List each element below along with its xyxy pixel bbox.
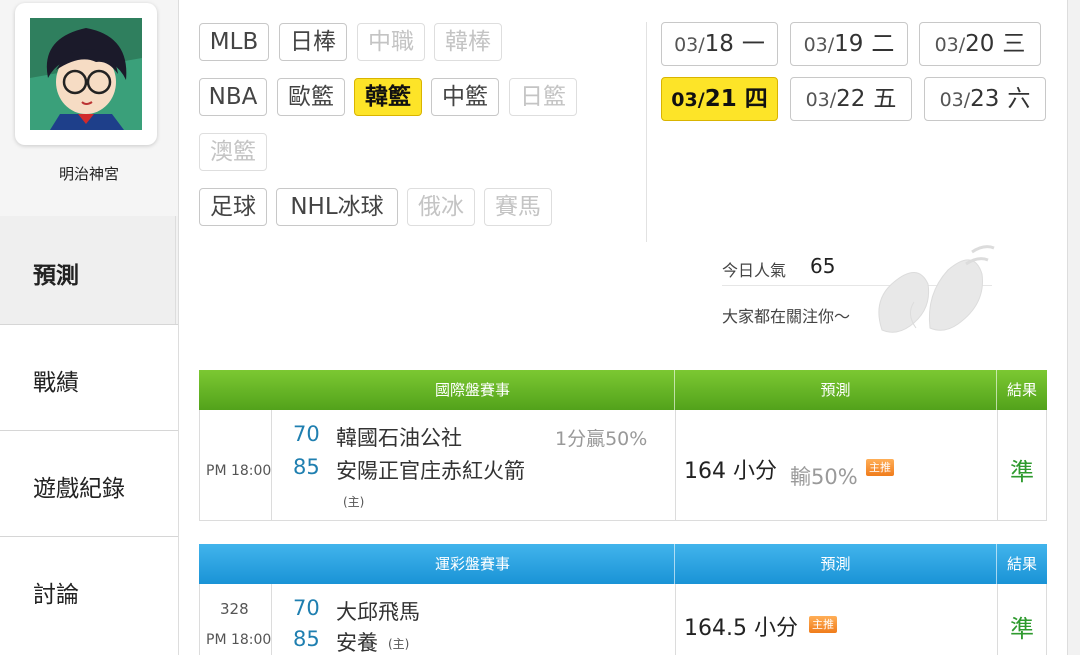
- popularity-value: 65: [810, 254, 836, 278]
- nav-item-record[interactable]: 戰績: [0, 324, 178, 430]
- game-time: PM 18:00: [206, 463, 272, 479]
- prediction-outcome: 輸50%: [790, 465, 858, 489]
- spread-line: 1分贏50%: [555, 428, 648, 450]
- divider: [646, 22, 647, 242]
- featured-badge: 主推: [866, 459, 894, 476]
- sport-chip-china-basketball[interactable]: 中籃: [431, 78, 499, 116]
- sport-chip-soccer[interactable]: 足球: [199, 188, 267, 226]
- lottery-table-header: 運彩盤賽事 預測 結果: [199, 544, 1047, 584]
- nav-item-prediction[interactable]: 預測: [0, 216, 176, 324]
- game-time: PM 18:00: [206, 632, 272, 648]
- sport-chip-horse-racing: 賽馬: [484, 188, 552, 226]
- column-header-result: 結果: [1006, 381, 1037, 399]
- home-score: 85: [293, 627, 320, 651]
- host-marker: (主): [388, 637, 410, 651]
- prediction-value: 164.5 小分: [684, 616, 798, 641]
- sidebar: 明治神宮 預測 戰績 遊戲紀錄 討論: [0, 0, 178, 655]
- sport-chip-korea-baseball: 韓棒: [434, 23, 502, 61]
- divider: [675, 584, 676, 655]
- away-team: 韓國石油公社: [336, 426, 462, 450]
- prediction-value: 164 小分: [684, 459, 777, 484]
- international-game-row[interactable]: PM 18:00 70 韓國石油公社 1分贏50% 85 安陽正官庄赤紅火箭 (…: [199, 410, 1047, 521]
- popularity-message: 大家都在關注你～: [722, 307, 851, 326]
- column-header-prediction: 預測: [675, 370, 997, 410]
- date-0321[interactable]: 03/21 四: [661, 77, 778, 121]
- result-mark: 準: [1010, 615, 1034, 643]
- divider: [997, 410, 998, 520]
- nav-item-discussion[interactable]: 討論: [0, 536, 178, 655]
- column-header-match: 運彩盤賽事: [271, 544, 675, 584]
- nav-item-game-history[interactable]: 遊戲紀錄: [0, 430, 178, 536]
- column-header-prediction: 預測: [675, 544, 997, 584]
- away-score: 70: [293, 596, 320, 620]
- away-score: 70: [293, 422, 320, 446]
- date-0318[interactable]: 03/18 一: [661, 22, 778, 66]
- nav-item-label: 戰績: [33, 370, 79, 396]
- date-0323[interactable]: 03/23 六: [924, 77, 1046, 121]
- date-0319[interactable]: 03/19 二: [790, 22, 908, 66]
- sport-chip-australia-basketball: 澳籃: [199, 133, 267, 171]
- sport-chip-nhl[interactable]: NHL冰球: [276, 188, 398, 226]
- divider: [675, 410, 676, 520]
- divider: [997, 584, 998, 655]
- avatar-frame[interactable]: [15, 3, 157, 145]
- sport-chip-japan-baseball[interactable]: 日棒: [279, 23, 347, 61]
- sport-chip-nba[interactable]: NBA: [199, 78, 267, 116]
- nav-item-label: 遊戲紀錄: [33, 476, 125, 502]
- popularity-label: 今日人氣: [722, 261, 787, 280]
- column-header-match: 國際盤賽事: [271, 370, 675, 410]
- international-table-header: 國際盤賽事 預測 結果: [199, 370, 1047, 410]
- home-team: 安陽正官庄赤紅火箭: [336, 459, 525, 483]
- profile-card: 明治神宮: [0, 0, 178, 216]
- username: 明治神宮: [58, 165, 119, 183]
- home-team: 安養: [336, 631, 378, 655]
- sport-chip-mlb[interactable]: MLB: [199, 23, 269, 61]
- sport-chip-japan-basketball: 日籃: [509, 78, 577, 116]
- game-number: 328: [220, 600, 249, 618]
- sport-chip-euro-basketball[interactable]: 歐籃: [277, 78, 345, 116]
- sport-chip-russia-hockey: 俄冰: [407, 188, 475, 226]
- sport-chip-cpbl: 中職: [357, 23, 425, 61]
- lottery-game-row[interactable]: 328 PM 18:00 70 大邱飛馬 85 安養 (主) 164.5 小分 …: [199, 584, 1047, 655]
- host-marker: (主): [343, 495, 365, 509]
- date-0322[interactable]: 03/22 五: [790, 77, 912, 121]
- nav-item-label: 預測: [33, 263, 79, 289]
- result-mark: 準: [1010, 458, 1034, 486]
- away-team: 大邱飛馬: [336, 600, 420, 624]
- date-0320[interactable]: 03/20 三: [919, 22, 1041, 66]
- featured-badge: 主推: [809, 616, 837, 633]
- butterfly-icon: [878, 245, 995, 333]
- home-score: 85: [293, 455, 320, 479]
- avatar: [30, 18, 142, 130]
- sport-chip-korea-basketball[interactable]: 韓籃: [354, 78, 422, 116]
- column-header-result: 結果: [1006, 555, 1037, 573]
- nav-item-label: 討論: [33, 582, 79, 608]
